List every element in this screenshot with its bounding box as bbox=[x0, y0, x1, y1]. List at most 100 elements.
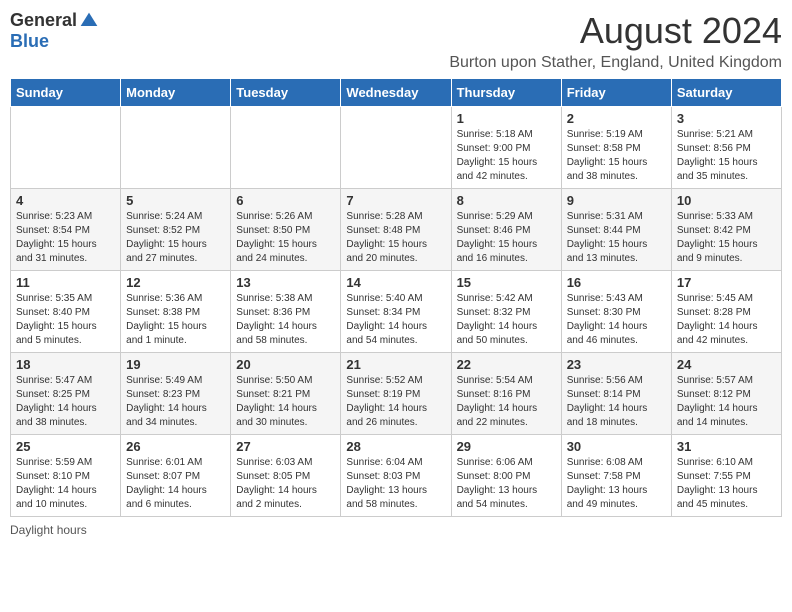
day-number: 28 bbox=[346, 439, 445, 454]
calendar-cell: 6 Sunrise: 5:26 AM Sunset: 8:50 PM Daylig… bbox=[231, 189, 341, 271]
calendar-cell: 31Sunrise: 6:10 AM Sunset: 7:55 PM Dayli… bbox=[671, 435, 781, 517]
calendar-cell: 24 Sunrise: 5:57 AM Sunset: 8:12 PM Dayli… bbox=[671, 353, 781, 435]
day-number: 31 bbox=[677, 439, 776, 454]
day-info: Sunrise: 5:18 AM Sunset: 9:00 PM Dayligh… bbox=[457, 128, 556, 184]
calendar-cell: 7Sunrise: 5:28 AM Sunset: 8:48 PM Daylig… bbox=[341, 189, 451, 271]
calendar-cell bbox=[121, 107, 231, 189]
day-number: 7 bbox=[346, 193, 445, 208]
day-info: Sunrise: 5:56 AM Sunset: 8:14 PM Dayligh… bbox=[567, 374, 666, 430]
header: General Blue August 2024 Burton upon Sta… bbox=[10, 10, 782, 72]
calendar-cell: 10 Sunrise: 5:33 AM Sunset: 8:42 PM Dayli… bbox=[671, 189, 781, 271]
day-info: Sunrise: 5:29 AM Sunset: 8:46 PM Dayligh… bbox=[457, 210, 556, 266]
calendar-cell: 11 Sunrise: 5:35 AM Sunset: 8:40 PM Dayli… bbox=[11, 271, 121, 353]
day-number: 24 bbox=[677, 357, 776, 372]
day-number: 20 bbox=[236, 357, 335, 372]
calendar-cell: 16 Sunrise: 5:43 AM Sunset: 8:30 PM Dayli… bbox=[561, 271, 671, 353]
day-number: 1 bbox=[457, 111, 556, 126]
day-info: Sunrise: 5:49 AM Sunset: 8:23 PM Dayligh… bbox=[126, 374, 225, 430]
daylight-label: Daylight hours bbox=[10, 523, 87, 537]
calendar-cell: 20 Sunrise: 5:50 AM Sunset: 8:21 PM Dayli… bbox=[231, 353, 341, 435]
calendar-cell: 5 Sunrise: 5:24 AM Sunset: 8:52 PM Daylig… bbox=[121, 189, 231, 271]
day-info: Sunrise: 6:04 AM Sunset: 8:03 PM Dayligh… bbox=[346, 456, 445, 512]
day-number: 2 bbox=[567, 111, 666, 126]
day-info: Sunrise: 5:21 AM Sunset: 8:56 PM Dayligh… bbox=[677, 128, 776, 184]
logo-blue-text: Blue bbox=[10, 31, 49, 52]
day-info: Sunrise: 5:57 AM Sunset: 8:12 PM Dayligh… bbox=[677, 374, 776, 430]
footer-note: Daylight hours bbox=[10, 523, 782, 537]
day-number: 18 bbox=[16, 357, 115, 372]
calendar-cell: 23Sunrise: 5:56 AM Sunset: 8:14 PM Dayli… bbox=[561, 353, 671, 435]
day-info: Sunrise: 5:38 AM Sunset: 8:36 PM Dayligh… bbox=[236, 292, 335, 348]
day-number: 16 bbox=[567, 275, 666, 290]
day-number: 21 bbox=[346, 357, 445, 372]
header-row: SundayMondayTuesdayWednesdayThursdayFrid… bbox=[11, 79, 782, 107]
logo: General Blue bbox=[10, 10, 99, 52]
logo-general-text: General bbox=[10, 10, 77, 31]
calendar-cell: 12 Sunrise: 5:36 AM Sunset: 8:38 PM Dayli… bbox=[121, 271, 231, 353]
page-wrapper: General Blue August 2024 Burton upon Sta… bbox=[10, 10, 782, 537]
day-header-wednesday: Wednesday bbox=[341, 79, 451, 107]
calendar-cell: 9Sunrise: 5:31 AM Sunset: 8:44 PM Daylig… bbox=[561, 189, 671, 271]
day-info: Sunrise: 5:52 AM Sunset: 8:19 PM Dayligh… bbox=[346, 374, 445, 430]
day-info: Sunrise: 5:50 AM Sunset: 8:21 PM Dayligh… bbox=[236, 374, 335, 430]
calendar-cell: 4Sunrise: 5:23 AM Sunset: 8:54 PM Daylig… bbox=[11, 189, 121, 271]
day-number: 10 bbox=[677, 193, 776, 208]
day-info: Sunrise: 6:01 AM Sunset: 8:07 PM Dayligh… bbox=[126, 456, 225, 512]
day-number: 13 bbox=[236, 275, 335, 290]
day-number: 4 bbox=[16, 193, 115, 208]
week-row-5: 25Sunrise: 5:59 AM Sunset: 8:10 PM Dayli… bbox=[11, 435, 782, 517]
day-info: Sunrise: 5:45 AM Sunset: 8:28 PM Dayligh… bbox=[677, 292, 776, 348]
day-info: Sunrise: 6:08 AM Sunset: 7:58 PM Dayligh… bbox=[567, 456, 666, 512]
calendar-cell: 27Sunrise: 6:03 AM Sunset: 8:05 PM Dayli… bbox=[231, 435, 341, 517]
logo-icon bbox=[79, 11, 99, 31]
day-header-thursday: Thursday bbox=[451, 79, 561, 107]
calendar-cell: 13 Sunrise: 5:38 AM Sunset: 8:36 PM Dayli… bbox=[231, 271, 341, 353]
day-info: Sunrise: 5:43 AM Sunset: 8:30 PM Dayligh… bbox=[567, 292, 666, 348]
day-info: Sunrise: 6:03 AM Sunset: 8:05 PM Dayligh… bbox=[236, 456, 335, 512]
calendar-cell: 22 Sunrise: 5:54 AM Sunset: 8:16 PM Dayli… bbox=[451, 353, 561, 435]
day-info: Sunrise: 5:36 AM Sunset: 8:38 PM Dayligh… bbox=[126, 292, 225, 348]
day-info: Sunrise: 5:31 AM Sunset: 8:44 PM Dayligh… bbox=[567, 210, 666, 266]
day-number: 29 bbox=[457, 439, 556, 454]
day-info: Sunrise: 5:42 AM Sunset: 8:32 PM Dayligh… bbox=[457, 292, 556, 348]
day-number: 3 bbox=[677, 111, 776, 126]
week-row-4: 18 Sunrise: 5:47 AM Sunset: 8:25 PM Dayli… bbox=[11, 353, 782, 435]
day-info: Sunrise: 5:54 AM Sunset: 8:16 PM Dayligh… bbox=[457, 374, 556, 430]
calendar-cell: 29 Sunrise: 6:06 AM Sunset: 8:00 PM Dayli… bbox=[451, 435, 561, 517]
day-number: 11 bbox=[16, 275, 115, 290]
calendar-cell: 17Sunrise: 5:45 AM Sunset: 8:28 PM Dayli… bbox=[671, 271, 781, 353]
calendar-cell: 26Sunrise: 6:01 AM Sunset: 8:07 PM Dayli… bbox=[121, 435, 231, 517]
day-number: 14 bbox=[346, 275, 445, 290]
day-info: Sunrise: 5:19 AM Sunset: 8:58 PM Dayligh… bbox=[567, 128, 666, 184]
day-info: Sunrise: 5:47 AM Sunset: 8:25 PM Dayligh… bbox=[16, 374, 115, 430]
day-number: 30 bbox=[567, 439, 666, 454]
calendar-cell: 8Sunrise: 5:29 AM Sunset: 8:46 PM Daylig… bbox=[451, 189, 561, 271]
calendar-cell bbox=[341, 107, 451, 189]
day-header-saturday: Saturday bbox=[671, 79, 781, 107]
calendar-cell: 19Sunrise: 5:49 AM Sunset: 8:23 PM Dayli… bbox=[121, 353, 231, 435]
calendar-cell: 1 Sunrise: 5:18 AM Sunset: 9:00 PM Daylig… bbox=[451, 107, 561, 189]
day-info: Sunrise: 5:24 AM Sunset: 8:52 PM Dayligh… bbox=[126, 210, 225, 266]
day-number: 6 bbox=[236, 193, 335, 208]
calendar-table: SundayMondayTuesdayWednesdayThursdayFrid… bbox=[10, 78, 782, 517]
calendar-cell: 2 Sunrise: 5:19 AM Sunset: 8:58 PM Daylig… bbox=[561, 107, 671, 189]
week-row-2: 4Sunrise: 5:23 AM Sunset: 8:54 PM Daylig… bbox=[11, 189, 782, 271]
title-section: August 2024 Burton upon Stather, England… bbox=[449, 10, 782, 72]
day-info: Sunrise: 5:26 AM Sunset: 8:50 PM Dayligh… bbox=[236, 210, 335, 266]
day-info: Sunrise: 6:06 AM Sunset: 8:00 PM Dayligh… bbox=[457, 456, 556, 512]
day-info: Sunrise: 5:33 AM Sunset: 8:42 PM Dayligh… bbox=[677, 210, 776, 266]
location-subtitle: Burton upon Stather, England, United Kin… bbox=[449, 54, 782, 72]
calendar-cell: 30 Sunrise: 6:08 AM Sunset: 7:58 PM Dayli… bbox=[561, 435, 671, 517]
day-number: 12 bbox=[126, 275, 225, 290]
day-info: Sunrise: 5:35 AM Sunset: 8:40 PM Dayligh… bbox=[16, 292, 115, 348]
day-header-sunday: Sunday bbox=[11, 79, 121, 107]
day-info: Sunrise: 5:59 AM Sunset: 8:10 PM Dayligh… bbox=[16, 456, 115, 512]
week-row-3: 11 Sunrise: 5:35 AM Sunset: 8:40 PM Dayli… bbox=[11, 271, 782, 353]
day-number: 5 bbox=[126, 193, 225, 208]
day-number: 15 bbox=[457, 275, 556, 290]
calendar-cell: 3 Sunrise: 5:21 AM Sunset: 8:56 PM Daylig… bbox=[671, 107, 781, 189]
day-info: Sunrise: 5:40 AM Sunset: 8:34 PM Dayligh… bbox=[346, 292, 445, 348]
week-row-1: 1 Sunrise: 5:18 AM Sunset: 9:00 PM Daylig… bbox=[11, 107, 782, 189]
day-number: 22 bbox=[457, 357, 556, 372]
calendar-cell bbox=[11, 107, 121, 189]
